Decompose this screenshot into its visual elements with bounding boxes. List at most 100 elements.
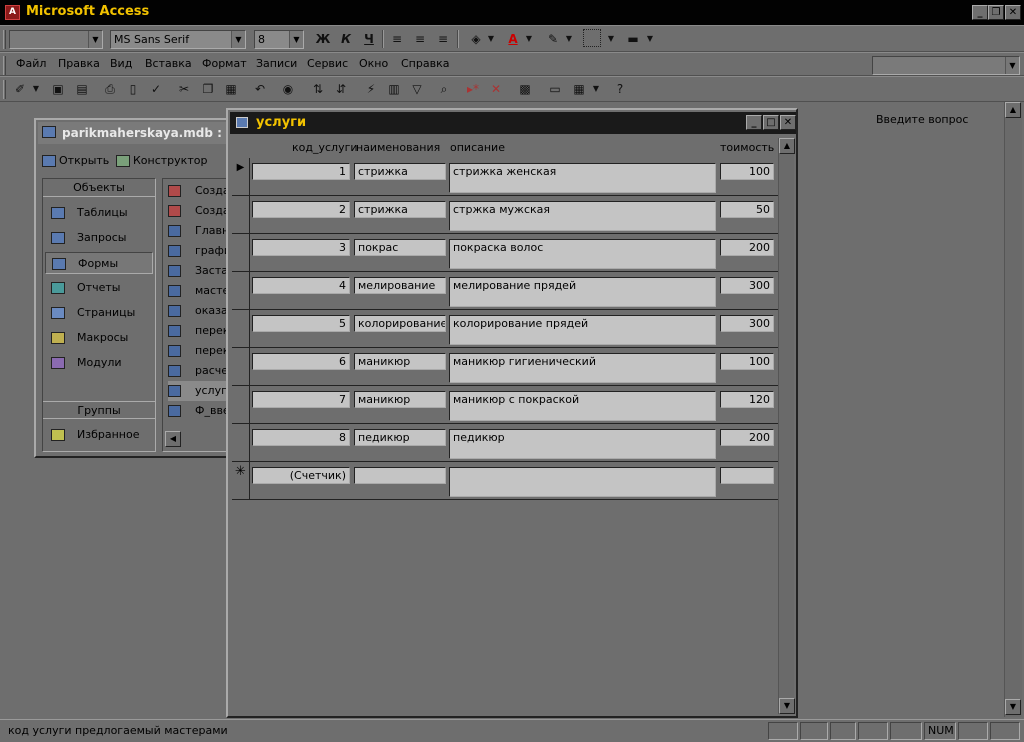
new-record-icon[interactable]: ▸* bbox=[463, 79, 483, 99]
description-field[interactable]: маникюр гигиенический bbox=[449, 353, 716, 383]
align-center-icon[interactable]: ≡ bbox=[410, 29, 430, 49]
chevron-down-icon[interactable]: ▼ bbox=[586, 79, 606, 99]
print-icon[interactable]: ⎙ bbox=[100, 79, 120, 99]
chevron-down-icon[interactable]: ▼ bbox=[559, 29, 579, 49]
current-record-icon[interactable]: ▶ bbox=[232, 158, 250, 196]
list-item[interactable]: Ф_вве bbox=[168, 401, 229, 421]
list-item[interactable]: масте bbox=[168, 281, 229, 301]
scroll-up-icon[interactable]: ▲ bbox=[779, 138, 795, 154]
menu-view[interactable]: Вид bbox=[110, 57, 132, 70]
maximize-form-button[interactable]: □ bbox=[763, 115, 779, 130]
name-field[interactable]: стрижка bbox=[354, 163, 446, 180]
code-field[interactable]: 8 bbox=[252, 429, 350, 446]
delete-record-icon[interactable]: ✕ bbox=[486, 79, 506, 99]
groups-header[interactable]: Группы bbox=[43, 401, 155, 419]
toolbar-grip[interactable] bbox=[3, 30, 6, 49]
name-field[interactable]: педикюр bbox=[354, 429, 446, 446]
menu-window[interactable]: Окно bbox=[359, 57, 388, 70]
form-vertical-scrollbar[interactable]: ▲ ▼ bbox=[778, 138, 795, 714]
scroll-down-icon[interactable]: ▼ bbox=[779, 698, 795, 714]
menu-insert[interactable]: Вставка bbox=[145, 57, 192, 70]
scroll-left-icon[interactable]: ◀ bbox=[165, 431, 181, 447]
ask-question-box[interactable]: Введите вопрос ▼ bbox=[872, 56, 1020, 126]
sort-ascending-icon[interactable]: ⇅ bbox=[308, 79, 328, 99]
record-selector[interactable] bbox=[232, 310, 250, 348]
description-field[interactable]: стржка мужская bbox=[449, 201, 716, 231]
undo-icon[interactable]: ↶ bbox=[250, 79, 270, 99]
nav-favorites[interactable]: Избранное bbox=[51, 424, 151, 446]
menu-grip[interactable] bbox=[3, 56, 6, 75]
find-icon[interactable]: ⌕ bbox=[434, 79, 454, 99]
nav-tables[interactable]: Таблицы bbox=[51, 202, 151, 224]
toolbar-grip[interactable] bbox=[3, 80, 6, 99]
cost-field[interactable]: 50 bbox=[720, 201, 774, 218]
nav-modules[interactable]: Модули bbox=[51, 352, 151, 374]
restore-app-button[interactable]: ❐ bbox=[988, 5, 1004, 20]
save-icon[interactable]: ▣ bbox=[48, 79, 68, 99]
print-preview-icon[interactable]: ▯ bbox=[123, 79, 143, 99]
cost-field[interactable]: 100 bbox=[720, 353, 774, 370]
nav-forms[interactable]: Формы bbox=[45, 252, 153, 274]
list-item-selected[interactable]: услуг bbox=[168, 381, 227, 401]
filter-by-form-icon[interactable]: ▥ bbox=[384, 79, 404, 99]
description-field[interactable]: маникюр с покраской bbox=[449, 391, 716, 421]
list-item[interactable]: Созда bbox=[168, 181, 229, 201]
db-design-button[interactable]: Конструктор bbox=[116, 154, 207, 167]
nav-pages[interactable]: Страницы bbox=[51, 302, 151, 324]
hyperlink-icon[interactable]: ◉ bbox=[278, 79, 298, 99]
description-field[interactable]: мелирование прядей bbox=[449, 277, 716, 307]
minimize-app-button[interactable]: _ bbox=[972, 5, 988, 20]
access-app-icon[interactable]: A bbox=[5, 5, 20, 20]
name-field[interactable]: покрас bbox=[354, 239, 446, 256]
description-field[interactable]: стрижка женская bbox=[449, 163, 716, 193]
cost-field[interactable]: 200 bbox=[720, 429, 774, 446]
record-selector[interactable] bbox=[232, 196, 250, 234]
app-vertical-scrollbar[interactable]: ▲ ▼ bbox=[1004, 102, 1022, 717]
chevron-down-icon[interactable]: ▼ bbox=[601, 29, 621, 49]
italic-button[interactable]: К bbox=[336, 29, 356, 49]
copy-icon[interactable]: ❐ bbox=[198, 79, 218, 99]
close-app-button[interactable]: ✕ bbox=[1005, 5, 1021, 20]
menu-tools[interactable]: Сервис bbox=[307, 57, 348, 70]
name-field[interactable]: маникюр bbox=[354, 353, 446, 370]
description-field[interactable]: покраска волос bbox=[449, 239, 716, 269]
office-assistant-icon[interactable]: ? bbox=[610, 79, 630, 99]
objects-header[interactable]: Объекты bbox=[43, 179, 155, 197]
cost-field[interactable]: 120 bbox=[720, 391, 774, 408]
menu-edit[interactable]: Правка bbox=[58, 57, 100, 70]
list-item[interactable]: графи bbox=[168, 241, 229, 261]
name-field[interactable] bbox=[354, 467, 446, 484]
nav-reports[interactable]: Отчеты bbox=[51, 277, 151, 299]
font-combo[interactable]: MS Sans Serif ▼ bbox=[110, 30, 246, 49]
list-item[interactable]: перек bbox=[168, 341, 229, 361]
description-field[interactable] bbox=[449, 467, 716, 497]
menu-format[interactable]: Формат bbox=[202, 57, 247, 70]
list-item[interactable]: оказа bbox=[168, 301, 228, 321]
record-selector[interactable] bbox=[232, 348, 250, 386]
chevron-down-icon[interactable]: ▼ bbox=[481, 29, 501, 49]
code-field[interactable]: 3 bbox=[252, 239, 350, 256]
border-icon[interactable] bbox=[583, 29, 601, 47]
chevron-down-icon[interactable]: ▼ bbox=[519, 29, 539, 49]
cut-icon[interactable]: ✂ bbox=[174, 79, 194, 99]
align-left-icon[interactable]: ≡ bbox=[387, 29, 407, 49]
code-field[interactable]: 4 bbox=[252, 277, 350, 294]
file-search-icon[interactable]: ▤ bbox=[72, 79, 92, 99]
code-field[interactable]: 1 bbox=[252, 163, 350, 180]
cost-field[interactable]: 200 bbox=[720, 239, 774, 256]
cost-field[interactable] bbox=[720, 467, 774, 484]
code-field[interactable]: 5 bbox=[252, 315, 350, 332]
description-field[interactable]: педикюр bbox=[449, 429, 716, 459]
cost-field[interactable]: 100 bbox=[720, 163, 774, 180]
font-size-combo[interactable]: 8 ▼ bbox=[254, 30, 304, 49]
name-field[interactable]: маникюр bbox=[354, 391, 446, 408]
new-record-icon[interactable]: ✳ bbox=[232, 462, 250, 500]
code-field[interactable]: 6 bbox=[252, 353, 350, 370]
list-item[interactable]: расче bbox=[168, 361, 228, 381]
chevron-down-icon[interactable]: ▼ bbox=[26, 79, 46, 99]
list-item[interactable]: Главн bbox=[168, 221, 229, 241]
menu-help[interactable]: Справка bbox=[401, 57, 449, 70]
name-field[interactable]: стрижка bbox=[354, 201, 446, 218]
db-open-button[interactable]: Открыть bbox=[42, 154, 109, 167]
underline-button[interactable]: Ч bbox=[359, 29, 379, 49]
